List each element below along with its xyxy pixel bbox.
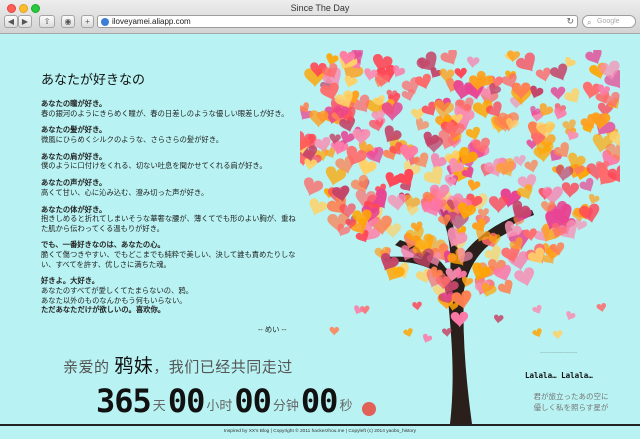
- icloud-tabs-button[interactable]: ◉: [61, 15, 75, 28]
- love-letter: あなたの瞳が好き。 春の銀河のようにきらめく瞳が、春の日差しのような優しい眼差し…: [41, 99, 301, 322]
- stanza: あなたの体が好き。 抱きしめると折れてしまいそうな華奢な腰が、薄くてでも形のよい…: [41, 205, 301, 234]
- falling-heart: [329, 326, 340, 336]
- stanza-closing: ただあなただけが欲しいの。喜欢你。: [41, 305, 166, 315]
- heart-leaf: [607, 165, 620, 184]
- stanza-line: 抱きしめると折れてしまいそうな華奢な腰が、薄くてでも形のよい胸が、重ねた肌から伝…: [41, 214, 296, 233]
- new-tab-button[interactable]: +: [81, 15, 94, 28]
- falling-heart: [403, 328, 413, 338]
- stanza: あなたの声が好き。 高くて甘い、心に沁み込む、澄み切った声が好き。: [41, 178, 301, 197]
- stanza-line: 高くて甘い、心に沁み込む、澄み切った声が好き。: [41, 187, 209, 197]
- heart-leaf: [467, 56, 480, 69]
- heart-leaf: [309, 198, 328, 216]
- signature: -- めい --: [258, 325, 287, 334]
- heart-leaf: [303, 177, 324, 197]
- heart-leaves: [300, 50, 620, 344]
- stanza-title: あなたの髪が好き。: [41, 125, 107, 135]
- minutes-unit: 分钟: [272, 398, 299, 413]
- stanza-title: あなたの瞳が好き。: [41, 99, 107, 108]
- forward-button[interactable]: ▶: [18, 15, 32, 28]
- footer-divider: [0, 424, 640, 426]
- stanza: あなたの瞳が好き。 春の銀河のようにきらめく瞳が、春の日差しのような優しい眼差し…: [41, 99, 301, 118]
- heart-tree-illustration: [300, 50, 620, 424]
- falling-heart: [442, 328, 452, 338]
- hours-unit: 小时: [206, 398, 233, 413]
- stanza: でも、一番好きなのは、あなたの心。 脆くて傷つきやすい、でもどこまでも純粋で美し…: [41, 240, 301, 269]
- falling-heart: [596, 303, 606, 313]
- stanza-title: あなたの肩が好き。: [41, 151, 107, 161]
- heart-leaf: [454, 67, 467, 80]
- heart-leaf: [535, 67, 551, 83]
- stanza-line: あなたのすべてが愛しくてたまらないの、鸦。: [41, 286, 193, 296]
- heart-leaf: [564, 88, 580, 104]
- footer-credits: Inspired by XX's Blog | Copyright © 2011…: [223, 429, 417, 434]
- falling-heart: [532, 328, 542, 338]
- lyric-line: 優しく私を照らす星が: [533, 403, 609, 412]
- stanza-line: 春の銀河のようにきらめく瞳が、春の日差しのような優しい眼差しが好き。: [41, 108, 289, 118]
- heart-leaf: [550, 86, 566, 101]
- browser-window: Since The Day ◀ ▶ ⇧ ◉ + iloveyamei.aliap…: [0, 0, 640, 439]
- heart-leaf: [524, 159, 538, 173]
- lala-text: Lalala… Lalala…: [525, 371, 593, 380]
- search-field[interactable]: ⌕ Google: [582, 15, 636, 28]
- falling-heart: [566, 311, 576, 321]
- falling-heart: [412, 301, 422, 311]
- counter-prefix: 亲爱的: [63, 359, 110, 376]
- falling-heart: [532, 304, 542, 315]
- counter-suffix: ，我们已经共同走过: [153, 359, 293, 376]
- heart-caption: ~~~~~~~~~~~~~~~~: [540, 350, 578, 355]
- search-placeholder: Google: [597, 18, 620, 25]
- minutes-value: 00: [234, 382, 272, 420]
- hours-value: 00: [167, 382, 206, 420]
- falling-heart: [552, 330, 563, 340]
- days-unit: 天: [152, 398, 166, 413]
- lyric-block: 君が旅立ったあの空に 優しく私を照らす星が: [521, 391, 621, 413]
- stanza: あなたの髪が好き。 微風にひらめくシルクのような、さらさらの髪が好き。: [41, 125, 301, 144]
- back-button[interactable]: ◀: [4, 15, 18, 28]
- search-icon: ⌕: [587, 18, 592, 27]
- address-bar[interactable]: iloveyamei.aliapp.com ↻: [97, 15, 578, 28]
- stanza-title: あなたの声が好き。: [41, 178, 107, 188]
- titlebar: Since The Day ◀ ▶ ⇧ ◉ + iloveyamei.aliap…: [0, 0, 640, 34]
- days-value: 365: [96, 382, 152, 420]
- heart-leaf: [488, 196, 509, 214]
- heart-leaf: [579, 177, 594, 193]
- globe-icon: [101, 18, 109, 26]
- stanza-title: でも、一番好きなのは、あなたの心。: [41, 240, 165, 250]
- stanza-title: あなたの体が好き。: [41, 204, 107, 214]
- url-text: iloveyamei.aliapp.com: [112, 17, 191, 26]
- stanza: あなたの肩が好き。 僕のように口付けをくれる、切ない吐息を聞かせてくれる肩が好き…: [41, 152, 301, 171]
- window-title: Since The Day: [290, 3, 350, 13]
- heart-leaf: [514, 267, 534, 287]
- heart-leaf: [387, 193, 407, 212]
- stanza-line: 微風にひらめくシルクのような、さらさらの髪が好き。: [41, 134, 224, 144]
- letter-heading: あなたが好きなの: [41, 72, 146, 87]
- heart-leaf: [555, 165, 574, 182]
- stanza-title: 好きよ。大好き。: [41, 276, 100, 286]
- falling-heart: [493, 314, 504, 324]
- counter-name: 鸦妹: [114, 356, 154, 377]
- stanza-line: 脆くて傷つきやすい、でもどこまでも純粋で美しい、決して誰も責めたりしない、すべて…: [41, 250, 296, 269]
- heart-leaf: [440, 50, 457, 66]
- reload-icon[interactable]: ↻: [566, 16, 574, 27]
- share-button[interactable]: ⇧: [39, 15, 55, 28]
- stanza-line: あなた以外のものなんかもう何もいらない。: [41, 295, 187, 305]
- falling-heart: [422, 333, 433, 344]
- lyric-line: 君が旅立ったあの空に: [533, 392, 609, 401]
- heart-leaf: [561, 182, 580, 199]
- heart-leaf: [467, 179, 481, 192]
- heart-leaf: [497, 279, 513, 295]
- stanza: 好きよ。大好き。 あなたのすべてが愛しくてたまらないの、鸦。 あなた以外のものな…: [41, 276, 301, 314]
- counter-title: 亲爱的 鸦妹，我们已经共同走过: [63, 351, 293, 378]
- stanza-line: 僕のように口付けをくれる、切ない吐息を聞かせてくれる肩が好き。: [41, 161, 267, 171]
- heart-leaf: [516, 184, 533, 200]
